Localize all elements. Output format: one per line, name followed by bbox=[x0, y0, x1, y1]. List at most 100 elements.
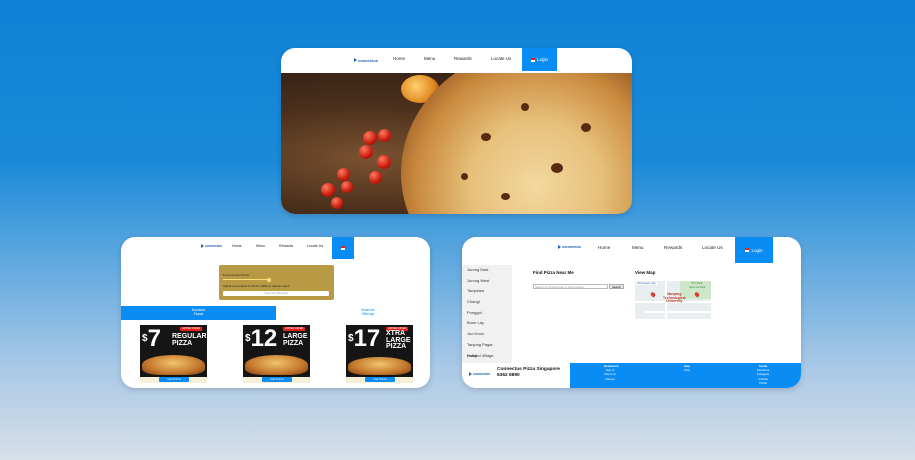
nav-locate[interactable]: Locate Us bbox=[307, 242, 323, 250]
login-button[interactable] bbox=[332, 237, 354, 259]
nav-menu-label: Menu bbox=[424, 55, 436, 61]
tomato bbox=[321, 183, 335, 197]
deal-name: XTRA LARGE PIZZA bbox=[386, 330, 411, 351]
deal-line: PIZZA bbox=[172, 339, 193, 347]
tomato bbox=[331, 197, 343, 209]
nav-locate[interactable]: Locate Us bbox=[702, 242, 723, 252]
tab-seasonal-offerings[interactable]: Seasonal Offerings bbox=[361, 308, 375, 316]
tab-exclusive-feasts[interactable]: Exclusive Feasts bbox=[121, 306, 276, 320]
login-button[interactable]: Login bbox=[735, 237, 773, 263]
login-label: Login bbox=[536, 57, 548, 62]
view-larger-map-link[interactable]: View larger map bbox=[636, 282, 657, 285]
footer-link[interactable]: Instagram bbox=[756, 372, 770, 376]
tab-label: Feasts bbox=[193, 311, 204, 316]
tomato bbox=[359, 145, 373, 159]
flag-icon bbox=[745, 248, 750, 252]
tomato bbox=[337, 168, 350, 181]
brand-logo[interactable]: connectus bbox=[354, 58, 378, 63]
nav-rewards[interactable]: Rewards bbox=[279, 242, 293, 250]
nav-menu[interactable]: Menu bbox=[424, 52, 435, 64]
tomato bbox=[363, 131, 377, 145]
pizza-image bbox=[348, 357, 411, 375]
location-list: Jurong East Jurong West Tampines Changi … bbox=[462, 265, 512, 363]
nav-home[interactable]: Home bbox=[232, 242, 242, 250]
nav-home[interactable]: Home bbox=[598, 242, 610, 252]
location-item[interactable]: Holland Village bbox=[467, 353, 494, 358]
nav-menu[interactable]: Menu bbox=[256, 242, 265, 250]
points-panel: $ Connectus Points Add $ more points to … bbox=[219, 265, 334, 300]
brand-name: connectus bbox=[358, 57, 379, 63]
locate-card: connectus Home Menu Rewards Locate Us Lo… bbox=[462, 237, 801, 388]
deal-card: LIMITED OFFER $7 REGULAR PIZZA Get Pizza bbox=[140, 325, 207, 383]
limited-offer-badge: LIMITED OFFER bbox=[180, 327, 202, 331]
flag-icon bbox=[341, 246, 345, 250]
nav-home-label: Home bbox=[232, 244, 242, 248]
price-value: 12 bbox=[250, 325, 278, 352]
hero-card: connectus Home Menu Rewards Locate Us Lo… bbox=[281, 48, 632, 214]
pizza-image bbox=[142, 355, 205, 375]
login-label: Login bbox=[751, 247, 763, 253]
brand-name: connectus bbox=[205, 244, 222, 248]
nav-rewards[interactable]: Rewards bbox=[454, 52, 472, 64]
footer-col-social: Social Facebook Instagram Youtube TikTok bbox=[756, 364, 770, 385]
location-item[interactable]: Boon Lay bbox=[462, 318, 512, 329]
map-place-label: Nanyang Technological University bbox=[663, 292, 686, 304]
brand-logo[interactable]: connectus bbox=[201, 242, 222, 250]
location-item[interactable]: Punggol bbox=[462, 308, 512, 319]
map-embed[interactable]: View larger map Nanyang Technological Univ… bbox=[635, 281, 711, 319]
nav-locate-label: Locate Us bbox=[702, 244, 723, 250]
nav-locate-label: Locate Us bbox=[307, 244, 324, 248]
location-item[interactable]: Jurong East bbox=[462, 265, 512, 276]
login-button[interactable]: Login bbox=[522, 48, 557, 71]
nav-menu[interactable]: Menu bbox=[632, 242, 644, 252]
deal-name: REGULAR PIZZA bbox=[172, 333, 207, 347]
nav-home[interactable]: Home bbox=[393, 52, 405, 64]
deal-image: LIMITED OFFER $7 REGULAR PIZZA bbox=[140, 325, 207, 377]
get-pizza-button[interactable]: Get Pizza bbox=[159, 377, 189, 382]
pizza-image bbox=[401, 73, 632, 214]
points-note: Add $ more points to 10 for 100% to rede… bbox=[223, 284, 290, 288]
location-item[interactable]: Joo Koon bbox=[462, 329, 512, 340]
search-input[interactable]: Search for Postal Code or Street Name bbox=[533, 284, 608, 289]
play-icon bbox=[558, 245, 561, 249]
deals-card: connectus Home Menu Rewards Locate Us $ … bbox=[121, 237, 430, 388]
progress-handle bbox=[267, 277, 271, 282]
map-corner-label: NTU North Spine Car Park bbox=[689, 282, 705, 289]
nav-locate-label: Locate Us bbox=[491, 55, 512, 61]
company-name: Connectus Pizza Singapore bbox=[497, 367, 560, 372]
footer-links: Restaurant Sign In About Us Careers Help… bbox=[570, 363, 801, 388]
deal-card: LIMITED OFFER $12 LARGE PIZZA Get Pizza bbox=[243, 325, 310, 383]
map-pin-icon bbox=[649, 291, 657, 298]
footer-link[interactable]: TikTok bbox=[756, 381, 770, 385]
footer-link[interactable]: FAQ bbox=[681, 368, 693, 372]
deal-price: $7 bbox=[142, 325, 161, 352]
limited-offer-badge: LIMITED OFFER bbox=[283, 327, 305, 331]
footer-col-help: Help FAQ bbox=[681, 364, 693, 372]
brand-logo[interactable]: connectus bbox=[558, 242, 581, 252]
location-item[interactable]: Tanjong Pagar bbox=[462, 340, 512, 351]
tomato bbox=[369, 171, 382, 184]
nav-rewards[interactable]: Rewards bbox=[664, 242, 682, 252]
nav-rewards-label: Rewards bbox=[279, 244, 294, 248]
footer-logo[interactable]: connectus bbox=[469, 372, 490, 376]
points-progress bbox=[223, 279, 271, 280]
footer-link[interactable]: About Us bbox=[604, 372, 616, 376]
get-pizza-button[interactable]: Get Pizza bbox=[365, 377, 395, 382]
location-item[interactable]: Tampines bbox=[462, 286, 512, 297]
nav-rewards-label: Rewards bbox=[664, 244, 683, 250]
footer-brand: connectus Connectus Pizza Singapore 6362 … bbox=[462, 363, 570, 388]
nav-locate[interactable]: Locate Us bbox=[491, 52, 511, 64]
get-pizza-button[interactable]: Get Pizza bbox=[262, 377, 292, 382]
footer-link[interactable]: Careers bbox=[604, 377, 616, 381]
benefits-button[interactable]: View Our Benefits bbox=[223, 291, 329, 296]
location-item[interactable]: Jurong West bbox=[462, 276, 512, 287]
location-item[interactable]: Changi bbox=[462, 297, 512, 308]
nav-home-label: Home bbox=[598, 244, 611, 250]
tab-label: Offerings bbox=[361, 311, 375, 316]
nav-rewards-label: Rewards bbox=[454, 55, 472, 61]
deal-image: LIMITED OFFER $17 XTRA LARGE PIZZA bbox=[346, 325, 413, 377]
top-nav: connectus bbox=[354, 54, 378, 66]
deal-card: LIMITED OFFER $17 XTRA LARGE PIZZA Get Piz… bbox=[346, 325, 413, 383]
deal-price: $12 bbox=[245, 325, 278, 352]
search-button[interactable]: Search bbox=[609, 284, 624, 289]
